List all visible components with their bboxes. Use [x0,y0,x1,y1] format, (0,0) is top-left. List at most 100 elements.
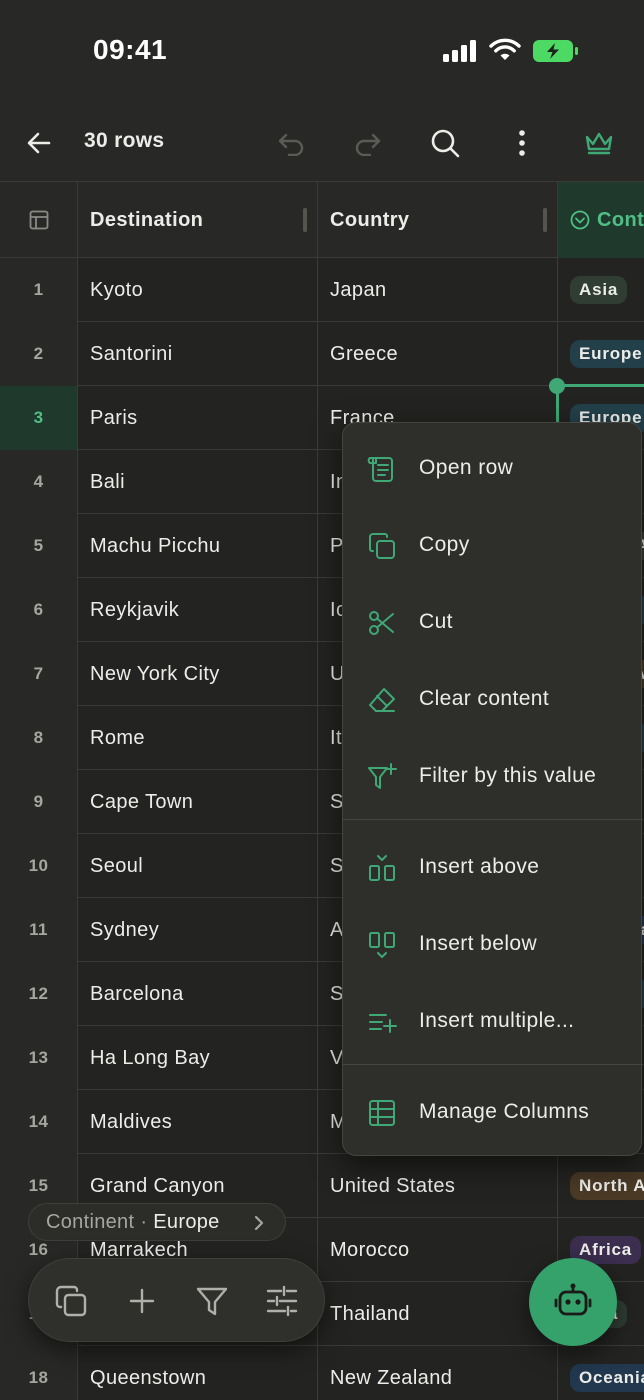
row-number[interactable]: 3 [0,386,78,450]
more-vertical-icon [519,130,525,156]
column-header-continent[interactable]: Cont [558,182,644,258]
row-number[interactable]: 7 [0,642,78,706]
filter-button[interactable] [194,1283,230,1319]
row-number[interactable]: 10 [0,834,78,898]
column-header-country[interactable]: Country [318,182,558,258]
cell-country[interactable]: Greece [318,322,558,386]
cell-country[interactable]: Thailand [318,1282,558,1346]
cell-destination[interactable]: Cape Town [78,770,318,834]
selection-border [558,384,644,387]
robot-icon [554,1283,592,1316]
column-header-destination[interactable]: Destination [78,182,318,258]
duplicate-button[interactable] [53,1283,89,1319]
cell-continent[interactable]: Asia [558,258,644,322]
menu-item-open-row[interactable]: Open row [343,433,643,503]
row-number[interactable]: 2 [0,322,78,386]
row-number[interactable]: 13 [0,1026,78,1090]
arrow-left-icon [27,132,51,154]
menu-item-label: Open row [419,456,514,479]
cell-destination[interactable]: Queenstown [78,1346,318,1400]
battery-charging-icon [533,40,578,62]
select-all-cell[interactable] [0,182,78,258]
menu-item-label: Manage Columns [419,1100,590,1123]
cellular-signal-icon [443,40,476,62]
list-plus-icon [369,1014,397,1033]
menu-item-filter-by-value[interactable]: Filter by this value [343,741,643,811]
menu-item-label: Insert below [419,932,538,955]
top-toolbar: 30 rows [0,104,644,182]
cell-destination[interactable]: Seoul [78,834,318,898]
cell-destination[interactable]: New York City [78,642,318,706]
insert-below-icon [369,932,395,958]
continent-tag: North America [570,1172,644,1200]
more-options-button[interactable] [503,124,541,162]
cell-destination[interactable]: Reykjavik [78,578,318,642]
menu-item-label: Insert multiple... [419,1009,575,1032]
cell-destination[interactable]: Bali [78,450,318,514]
row-number[interactable]: 4 [0,450,78,514]
cell-country[interactable]: New Zealand [318,1346,558,1400]
redo-button[interactable] [349,124,387,162]
cell-destination[interactable]: Maldives [78,1090,318,1154]
filter-chip-value: Europe [153,1210,220,1233]
search-button[interactable] [426,124,464,162]
cell-destination[interactable]: Kyoto [78,258,318,322]
table-row[interactable]: 2 Santorini Greece Europe [0,322,644,386]
cell-destination[interactable]: Rome [78,706,318,770]
add-row-button[interactable] [124,1283,160,1319]
menu-item-insert-above[interactable]: Insert above [343,832,643,902]
menu-item-insert-multiple[interactable]: Insert multiple... [343,986,643,1056]
table-icon [29,210,48,230]
undo-button[interactable] [272,124,310,162]
crown-icon [585,132,613,155]
ai-assistant-button[interactable] [529,1258,617,1346]
row-number[interactable]: 18 [0,1346,78,1400]
row-number[interactable]: 8 [0,706,78,770]
open-row-icon [367,457,393,482]
menu-item-clear-content[interactable]: Clear content [343,664,643,734]
row-number[interactable]: 1 [0,258,78,322]
undo-icon [278,133,304,156]
column-label: Cont [597,208,644,231]
row-number[interactable]: 11 [0,898,78,962]
menu-item-label: Clear content [419,687,550,710]
cell-destination[interactable]: Ha Long Bay [78,1026,318,1090]
filter-plus-icon [368,763,397,789]
column-resize-handle[interactable] [303,208,307,232]
column-label: Destination [90,208,204,231]
row-number[interactable]: 9 [0,770,78,834]
table-row[interactable]: 18 Queenstown New Zealand Oceania [0,1346,644,1400]
continent-tag: Asia [570,276,628,304]
cell-continent[interactable]: Europe [558,322,644,386]
table-row[interactable]: 1 Kyoto Japan Asia [0,258,644,322]
premium-button[interactable] [580,124,618,162]
cell-destination[interactable]: Santorini [78,322,318,386]
column-resize-handle[interactable] [543,208,547,232]
row-number[interactable]: 12 [0,962,78,1026]
filter-icon [196,1287,228,1316]
back-button[interactable] [20,124,58,162]
menu-item-copy[interactable]: Copy [343,510,643,580]
grid-header: Destination Country Cont [0,182,644,258]
menu-item-cut[interactable]: Cut [343,587,643,657]
search-icon [431,129,460,158]
cell-destination[interactable]: Paris [78,386,318,450]
row-number[interactable]: 6 [0,578,78,642]
active-filter-chip[interactable]: Continent · Europe [28,1203,286,1241]
cell-continent[interactable]: North America [558,1154,644,1218]
selection-drag-handle[interactable] [549,378,565,394]
context-menu: Open row Copy Cut Clear content Filter b… [342,422,643,1156]
cell-country[interactable]: Morocco [318,1218,558,1282]
cell-destination[interactable]: Barcelona [78,962,318,1026]
cell-continent[interactable]: Oceania [558,1346,644,1400]
filter-chip-key: Continent [46,1210,135,1233]
menu-item-insert-below[interactable]: Insert below [343,909,643,979]
cell-destination[interactable]: Sydney [78,898,318,962]
row-number[interactable]: 14 [0,1090,78,1154]
menu-item-manage-columns[interactable]: Manage Columns [343,1077,643,1147]
cell-country[interactable]: United States [318,1154,558,1218]
row-number[interactable]: 5 [0,514,78,578]
view-settings-button[interactable] [264,1283,300,1319]
cell-destination[interactable]: Machu Picchu [78,514,318,578]
cell-country[interactable]: Japan [318,258,558,322]
